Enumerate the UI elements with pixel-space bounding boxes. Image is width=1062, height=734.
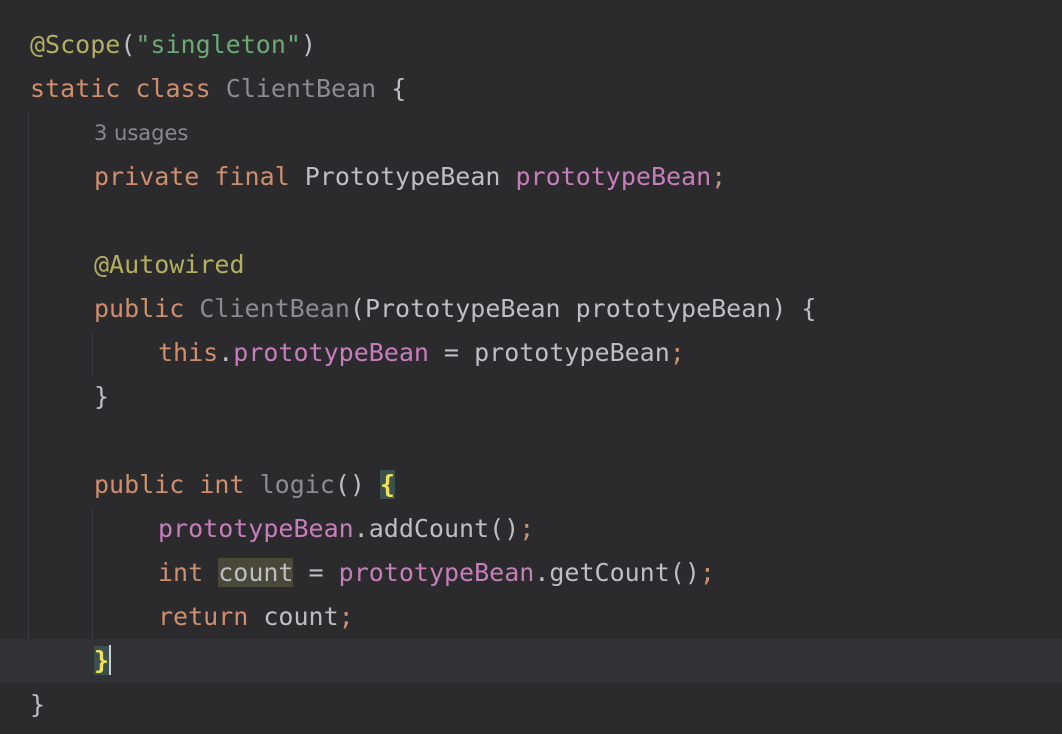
keyword-final: final	[214, 162, 290, 191]
method-name: logic	[259, 470, 335, 499]
code-line-5[interactable]: @Autowired	[0, 243, 1062, 287]
field-semicolon: ;	[711, 162, 727, 191]
keyword-public: public	[94, 470, 185, 499]
code-line-15[interactable]: }	[0, 683, 1062, 727]
add-count-semicolon: ;	[519, 514, 535, 543]
code-line-6[interactable]: public ClientBean(PrototypeBean prototyp…	[0, 287, 1062, 331]
field-type: PrototypeBean	[304, 162, 501, 191]
code-line-14-current[interactable]: }	[0, 639, 1062, 683]
add-count-call: .addCount()	[353, 514, 520, 543]
add-count-receiver: prototypeBean	[158, 514, 354, 543]
class-close-brace: }	[30, 690, 46, 719]
usages-inlay-hint[interactable]: 3 usages	[94, 111, 188, 155]
keyword-public: public	[94, 294, 185, 323]
get-count-semicolon: ;	[699, 558, 715, 587]
return-value: count	[248, 602, 339, 631]
assignment-semicolon: ;	[669, 338, 685, 367]
get-count-receiver: prototypeBean	[338, 558, 535, 587]
assigned-field: prototypeBean	[233, 338, 429, 367]
class-open-brace: {	[391, 74, 407, 103]
code-line-12[interactable]: int count = prototypeBean.getCount();	[0, 551, 1062, 595]
keyword-static: static	[30, 74, 121, 103]
keyword-this: this	[158, 338, 219, 367]
code-line-11[interactable]: prototypeBean.addCount();	[0, 507, 1062, 551]
code-line-1[interactable]: @Scope("singleton")	[0, 23, 1062, 67]
code-editor[interactable]: @Scope("singleton") static class ClientB…	[0, 0, 1062, 734]
code-line-2[interactable]: static class ClientBean {	[0, 67, 1062, 111]
keyword-int: int	[199, 470, 245, 499]
constructor-name: ClientBean	[199, 294, 350, 323]
count-assign: =	[293, 558, 339, 587]
text-caret	[109, 645, 112, 675]
keyword-return: return	[158, 602, 249, 631]
autowired-annotation: @Autowired	[94, 250, 245, 279]
code-line-13[interactable]: return count;	[0, 595, 1062, 639]
keyword-int: int	[158, 558, 204, 587]
scope-annotation: @Scope	[30, 30, 121, 59]
method-open-brace-matched: {	[380, 470, 396, 499]
code-line-10[interactable]: public int logic() {	[0, 463, 1062, 507]
scope-open-paren: (	[120, 30, 136, 59]
assignment-expression: = prototypeBean	[428, 338, 670, 367]
return-semicolon: ;	[338, 602, 354, 631]
code-line-8[interactable]: }	[0, 375, 1062, 419]
method-close-brace-matched: }	[94, 646, 110, 675]
constructor-close-brace: }	[94, 382, 110, 411]
usages-hint-line: 3 usages	[0, 111, 1062, 155]
field-name: prototypeBean	[515, 162, 712, 191]
member-dot: .	[218, 338, 234, 367]
class-name: ClientBean	[225, 74, 377, 103]
code-line-3[interactable]: private final PrototypeBean prototypeBea…	[0, 155, 1062, 199]
keyword-class: class	[135, 74, 211, 103]
constructor-params: (PrototypeBean prototypeBean) {	[349, 294, 817, 323]
scope-value-string: "singleton"	[135, 30, 301, 59]
method-parens: ()	[334, 470, 381, 499]
get-count-call: .getCount()	[534, 558, 700, 587]
code-line-7[interactable]: this.prototypeBean = prototypeBean;	[0, 331, 1062, 375]
keyword-private: private	[94, 162, 200, 191]
count-variable-highlighted: count	[218, 558, 294, 587]
scope-close-paren: )	[300, 30, 317, 59]
